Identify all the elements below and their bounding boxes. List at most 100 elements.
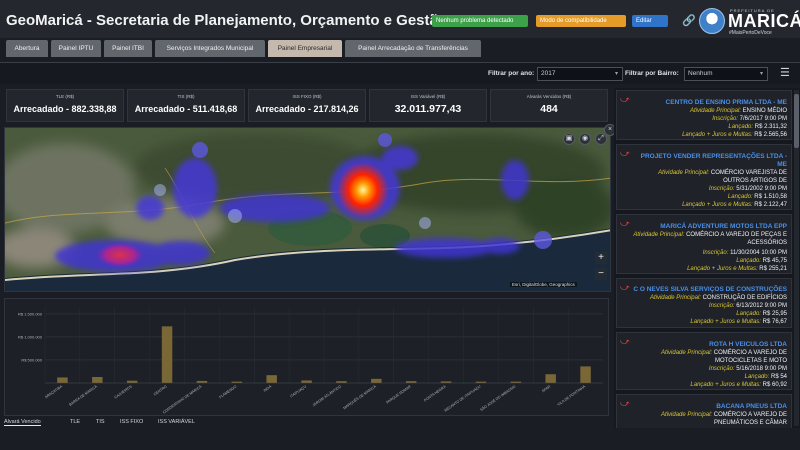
tab-painel-empresarial[interactable]: Painel Empresarial (268, 40, 342, 57)
basemap-icon[interactable]: ◉ (579, 133, 591, 145)
juros-label: Lançado + Juros e Multas: (682, 202, 753, 208)
chart-bar[interactable] (301, 380, 312, 383)
chart-bar[interactable] (57, 377, 68, 383)
layers-icon[interactable]: ▣ (563, 133, 575, 145)
chart-tabs: Alvará Vencido TLE TIS ISS FIXO ISS VARI… (0, 418, 612, 430)
chart-tab-iss-fixo[interactable]: ISS FIXO (120, 419, 143, 425)
company-name[interactable]: PROJETO VENDER REPRESENTAÇÕES LTDA - ME (631, 153, 787, 169)
activity-value: CONSTRUÇÃO DE EDIFÍCIOS (702, 295, 787, 301)
inscricao-value: 6/13/2012 9:00 PM (736, 303, 787, 309)
bairro-filter-select[interactable]: Nenhum ▾ (684, 67, 768, 81)
tab-servicos-integrados[interactable]: Serviços Integrados Municipal (155, 40, 265, 57)
company-name[interactable]: MARICÁ ADVENTURE MOTOS LTDA EPP (617, 223, 787, 231)
chart-bar[interactable] (161, 326, 173, 383)
company-card[interactable]: ⤻ CENTRO DE ENSINO PRIMA LTDA - ME Ativi… (616, 90, 792, 140)
logo-tagline: #MaisPertoDeVoce (729, 30, 772, 36)
kpi-card-iss-fixo: ISS FIXO (R$) Arrecadado - 217.814,26 (248, 89, 366, 122)
chart-tab-tis[interactable]: TIS (96, 419, 105, 425)
company-list-scrollbar[interactable] (794, 90, 799, 426)
chart-bar[interactable] (196, 380, 208, 383)
scrollbar-thumb[interactable] (794, 94, 799, 148)
juros-value: R$ 76,67 (762, 319, 787, 325)
kpi-value: 484 (540, 103, 558, 115)
juros-label: Lançado + Juros e Multas: (682, 132, 753, 138)
heat-point (534, 231, 552, 249)
heatmap-map[interactable]: ▣ ◉ ⤢ + − Esri, DigitalGlobe, Geographic… (4, 127, 611, 292)
lancado-value: R$ 25,95 (762, 311, 787, 317)
inscricao-label: Inscrição: (708, 303, 735, 309)
fullscreen-icon[interactable]: ⤢ (595, 133, 607, 145)
company-name[interactable]: ROTA H VEICULOS LTDA (617, 341, 787, 349)
activity-value: COMÉRCIO A VAREJO DE MOTOCICLETAS E MOTO (713, 350, 787, 364)
filter-bar: Filtrar por ano: 2017 ▾ Filtrar por Bair… (0, 62, 800, 84)
kpi-label: TIS (R$) (177, 94, 195, 99)
inscricao-value: 7/6/2017 9:00 PM (739, 116, 787, 122)
lancado-label: Lançado: (736, 258, 761, 264)
x-tick-label: CENTRO (153, 384, 168, 396)
company-card[interactable]: ⤻ C O NEVES SILVA SERVIÇOS DE CONSTRUÇÕE… (616, 278, 792, 328)
inscricao-value: 5/31/2002 9:00 PM (736, 186, 787, 192)
activity-label: Atividade Principal: (661, 412, 713, 418)
chart-tab-alvara-vencido[interactable]: Alvará Vencido (4, 419, 41, 426)
x-tick-label: JARDIM ATLÂNTICO (312, 384, 342, 407)
x-tick-label: ARAÇATIBA (44, 384, 63, 399)
kpi-value: Arrecadado - 217.814,26 (255, 104, 359, 114)
tab-painel-itbi[interactable]: Painel ITBI (104, 40, 152, 57)
company-name[interactable]: C O NEVES SILVA SERVIÇOS DE CONSTRUÇÕES (617, 286, 787, 294)
zoom-out-button[interactable]: − (595, 268, 607, 280)
app-window: GeoMaricá - Secretaria de Planejamento, … (0, 0, 800, 450)
x-tick-label: PONTA NEGRA (423, 384, 447, 402)
company-name[interactable]: BACANA PNEUS LTDA (617, 403, 787, 411)
heat-point (419, 217, 431, 229)
edit-button[interactable]: Editar (632, 15, 668, 27)
chart-bar[interactable] (371, 378, 382, 383)
kpi-value: 32.011.977,43 (394, 103, 462, 115)
kpi-card-tis: TIS (R$) Arrecadado - 511.418,68 (127, 89, 245, 122)
y-tick-label: R$ 1.500.000 (18, 311, 43, 316)
x-tick-label: MARQUÊS DE MARICÁ (342, 383, 377, 410)
tab-painel-iptu[interactable]: Painel IPTU (51, 40, 101, 57)
flag-icon: ⤻ (620, 148, 630, 158)
activity-label: Atividade Principal: (649, 295, 701, 301)
map-attribution: Esri, DigitalGlobe, Geographics (510, 282, 577, 287)
hamburger-menu-icon[interactable]: ☰ (780, 66, 790, 79)
company-card[interactable]: ⤻ MARICÁ ADVENTURE MOTOS LTDA EPP Ativid… (616, 214, 792, 274)
status-ok-button[interactable]: Nenhum problema detectado (432, 15, 528, 27)
header-bar: GeoMaricá - Secretaria de Planejamento, … (0, 0, 800, 40)
year-filter-value: 2017 (541, 70, 556, 77)
y-tick-label: R$ 500.000 (21, 357, 42, 362)
tab-abertura[interactable]: Abertura (6, 40, 48, 57)
heat-point (378, 133, 392, 147)
chart-bar[interactable] (266, 375, 277, 383)
year-filter-select[interactable]: 2017 ▾ (537, 67, 623, 81)
zoom-in-button[interactable]: + (595, 252, 607, 264)
chart-tab-iss-variavel[interactable]: ISS VARIÁVEL (158, 419, 195, 425)
x-tick-label: VILA DE PONTINHA (557, 384, 587, 407)
chart-bar[interactable] (545, 374, 556, 383)
inscricao-label: Inscrição: (708, 366, 735, 372)
tab-arrecadacao-transferencias[interactable]: Painel Arrecadação de Transferências (345, 40, 481, 57)
link-icon[interactable]: 🔗 (682, 14, 696, 27)
activity-label: Atividade Principal: (633, 232, 685, 238)
inscricao-label: Inscrição: (702, 250, 729, 256)
chart-bar[interactable] (92, 377, 103, 383)
company-card[interactable]: ⤻ ROTA H VEICULOS LTDA Atividade Princip… (616, 332, 792, 390)
company-card[interactable]: ⤻ BACANA PNEUS LTDA Atividade Principal:… (616, 394, 792, 428)
juros-value: R$ 2.122,47 (754, 202, 787, 208)
marica-logo-emblem (699, 8, 725, 34)
bairro-filter-label: Filtrar por Bairro: (625, 70, 679, 77)
company-card[interactable]: ⤻ PROJETO VENDER REPRESENTAÇÕES LTDA - M… (616, 144, 792, 210)
inscricao-label: Inscrição: (708, 186, 735, 192)
chart-tab-tle[interactable]: TLE (70, 419, 80, 425)
lancado-value: R$ 54 (770, 374, 787, 380)
lancado-value: R$ 1.510,58 (754, 194, 787, 200)
chart-bar[interactable] (580, 366, 591, 383)
logo-name: MARICÁ (728, 11, 800, 31)
x-tick-label: SÃO JOSÉ DO IMBASSAÍ (479, 384, 517, 412)
chevron-down-icon: ▾ (614, 71, 618, 77)
compatibility-mode-button[interactable]: Modo de compatibilidade (536, 15, 626, 27)
x-tick-label: ITAIPUAÇU (289, 384, 307, 398)
chart-bar[interactable] (126, 380, 138, 383)
company-name[interactable]: CENTRO DE ENSINO PRIMA LTDA - ME (617, 99, 787, 107)
x-tick-label: PARQUE ROMAR (385, 384, 412, 404)
